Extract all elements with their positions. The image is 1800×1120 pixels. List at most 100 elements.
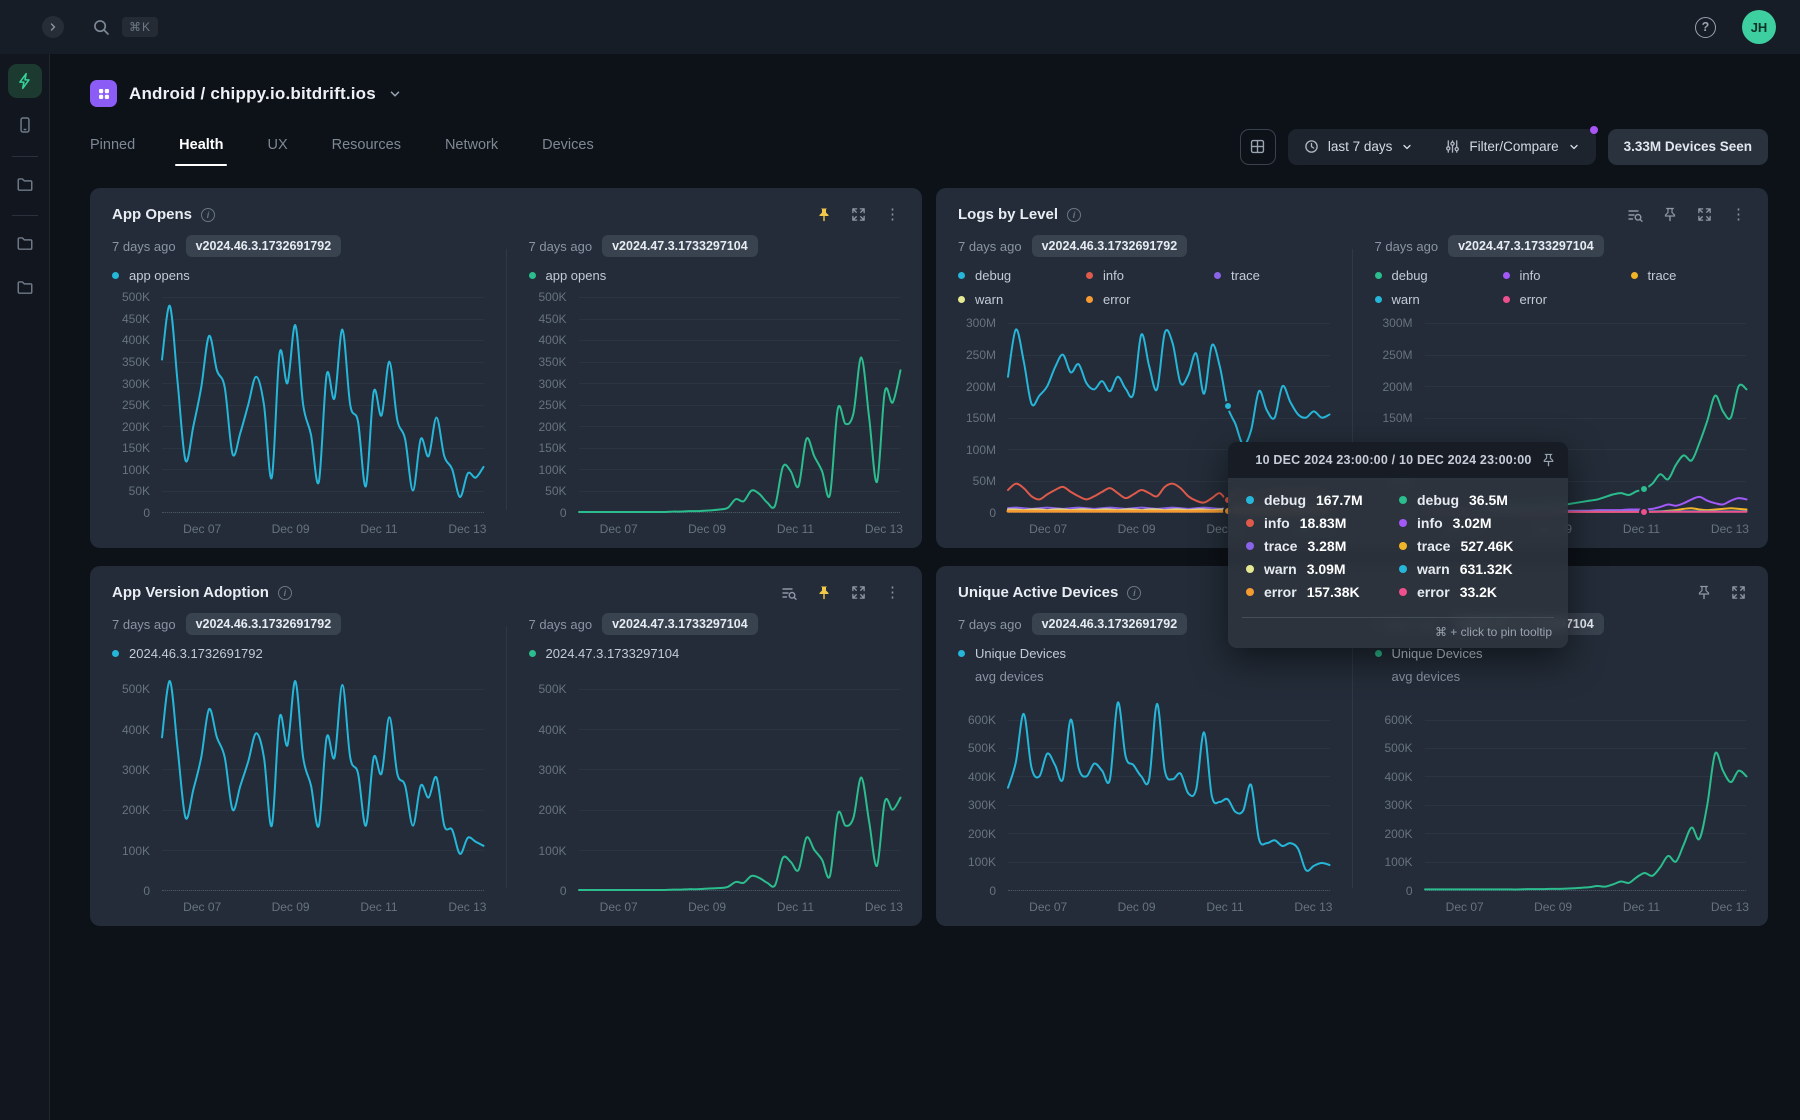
y-tick-label: 250K (538, 398, 566, 412)
tab-health[interactable]: Health (179, 137, 223, 166)
pin-icon-outline[interactable] (1696, 585, 1712, 601)
avatar[interactable]: JH (1742, 10, 1776, 44)
line-chart-app-opens-v46[interactable]: 500K450K400K350K300K250K200K150K100K50K0… (112, 293, 484, 538)
line-chart-devices-v46[interactable]: 600K500K400K300K200K100K0Dec 07Dec 09Dec… (958, 694, 1330, 916)
sidebar-item-events[interactable] (8, 64, 42, 98)
y-tick-label: 400K (968, 770, 996, 784)
legend-item[interactable]: debug (958, 268, 1086, 283)
pin-icon-outline[interactable] (1662, 207, 1678, 223)
expand-icon[interactable] (851, 207, 866, 222)
legend-item[interactable]: 2024.46.3.1732691792 (112, 646, 484, 661)
tab-resources[interactable]: Resources (332, 137, 401, 166)
app-switcher[interactable]: Android / chippy.io.bitdrift.ios (50, 54, 1800, 107)
x-tick-label: Dec 11 (777, 900, 814, 914)
help-button[interactable]: ? (1695, 17, 1716, 38)
y-tick-label: 400K (122, 723, 150, 737)
version-chip[interactable]: v2024.47.3.1733297104 (602, 613, 758, 635)
sidebar-item-devices[interactable] (8, 108, 42, 142)
legend-item[interactable]: info (1503, 268, 1631, 283)
line-chart-adoption-v47[interactable]: 500K400K300K200K100K0Dec 07Dec 09Dec 11D… (529, 671, 901, 916)
tab-pinned[interactable]: Pinned (90, 137, 135, 166)
mobile-device-icon (16, 116, 34, 134)
legend-item[interactable]: Unique Devices (958, 646, 1330, 661)
kebab-menu-icon[interactable]: ⋮ (885, 585, 900, 600)
hover-marker (1639, 507, 1649, 517)
legend-item[interactable]: error (1086, 292, 1214, 307)
y-tick-label: 300K (122, 763, 150, 777)
x-tick-label: Dec 13 (448, 900, 486, 914)
legend-item[interactable]: app opens (529, 268, 901, 283)
info-icon[interactable]: i (278, 586, 292, 600)
y-tick-label: 300M (1382, 316, 1412, 330)
version-chip[interactable]: v2024.46.3.1732691792 (1032, 613, 1188, 635)
time-range-select[interactable]: last 7 days (1288, 129, 1430, 165)
version-chip[interactable]: v2024.46.3.1732691792 (186, 235, 342, 257)
y-tick-label: 200K (122, 803, 150, 817)
tab-row: Pinned Health UX Resources Network Devic… (50, 107, 1800, 166)
expand-icon[interactable] (1697, 207, 1712, 222)
y-tick-label: 150K (122, 441, 150, 455)
series-label: error (1264, 584, 1297, 600)
list-search-icon[interactable] (781, 585, 797, 601)
y-tick-label: 200K (538, 803, 566, 817)
pin-icon-filled[interactable] (816, 207, 832, 223)
kebab-menu-icon[interactable]: ⋮ (1731, 207, 1746, 222)
legend-item[interactable]: warn (1375, 292, 1503, 307)
sidebar-collapse-button[interactable] (42, 16, 64, 38)
legend-item[interactable]: error (1503, 292, 1631, 307)
legend-item[interactable]: trace (1214, 268, 1342, 283)
legend-label: Unique Devices (1392, 646, 1483, 661)
line-chart-adoption-v46[interactable]: 500K400K300K200K100K0Dec 07Dec 09Dec 11D… (112, 671, 484, 916)
sidebar-item-folder-3[interactable] (8, 270, 42, 304)
tab-network[interactable]: Network (445, 137, 498, 166)
pin-icon-filled[interactable] (816, 585, 832, 601)
global-search[interactable]: ⌘K (92, 17, 158, 37)
folder-icon (16, 234, 34, 252)
layout-grid-button[interactable] (1240, 129, 1276, 165)
series-dot (1246, 588, 1254, 596)
legend-dot (112, 272, 119, 279)
info-icon[interactable]: i (1067, 208, 1081, 222)
time-ago-label: 7 days ago (1375, 239, 1439, 254)
legend-item[interactable]: trace (1631, 268, 1759, 283)
series-Unique-Devices (1008, 702, 1330, 871)
y-tick-label: 100K (538, 844, 566, 858)
y-tick-label: 50M (973, 474, 996, 488)
hover-marker (1639, 484, 1649, 494)
version-chip[interactable]: v2024.47.3.1733297104 (1448, 235, 1604, 257)
tab-ux[interactable]: UX (267, 137, 287, 166)
tab-devices[interactable]: Devices (542, 137, 594, 166)
legend-item[interactable]: debug (1375, 268, 1503, 283)
legend-label: error (1103, 292, 1130, 307)
sidebar-item-folder-2[interactable] (8, 226, 42, 260)
expand-icon[interactable] (851, 585, 866, 600)
version-chip[interactable]: v2024.46.3.1732691792 (1032, 235, 1188, 257)
legend-item[interactable]: 2024.47.3.1733297104 (529, 646, 901, 661)
legend-item[interactable]: app opens (112, 268, 484, 283)
filter-compare-button[interactable]: Filter/Compare (1429, 129, 1595, 165)
kebab-menu-icon[interactable]: ⋮ (885, 207, 900, 222)
y-tick-label: 150M (966, 411, 996, 425)
tooltip-column-v47: debug36.5M info3.02M trace527.46K warn63… (1399, 492, 1552, 617)
legend-item[interactable]: Unique Devices (1375, 646, 1747, 661)
devices-seen-button[interactable]: 3.33M Devices Seen (1608, 129, 1768, 165)
legend-item[interactable]: info (1086, 268, 1214, 283)
sidebar-item-folder-1[interactable] (8, 167, 42, 201)
line-chart-devices-v47[interactable]: 600K500K400K300K200K100K0Dec 07Dec 09Dec… (1375, 694, 1747, 916)
tooltip-column-v46: debug167.7M info18.83M trace3.28M warn3.… (1246, 492, 1399, 617)
legend-label: info (1520, 268, 1541, 283)
info-icon[interactable]: i (201, 208, 215, 222)
legend-label: trace (1648, 268, 1677, 283)
legend-label: 2024.46.3.1732691792 (129, 646, 263, 661)
x-tick-label: Dec 07 (183, 900, 221, 914)
list-search-icon[interactable] (1627, 207, 1643, 223)
tooltip-pin-icon[interactable] (1541, 453, 1556, 468)
expand-icon[interactable] (1731, 585, 1746, 600)
version-chip[interactable]: v2024.46.3.1732691792 (186, 613, 342, 635)
version-chip[interactable]: v2024.47.3.1733297104 (602, 235, 758, 257)
series-value: 527.46K (1460, 538, 1513, 554)
info-icon[interactable]: i (1127, 586, 1141, 600)
panel-app-opens: App Opens i ⋮ 7 da (90, 188, 922, 548)
legend-item[interactable]: warn (958, 292, 1086, 307)
line-chart-app-opens-v47[interactable]: 500K450K400K350K300K250K200K150K100K50K0… (529, 293, 901, 538)
